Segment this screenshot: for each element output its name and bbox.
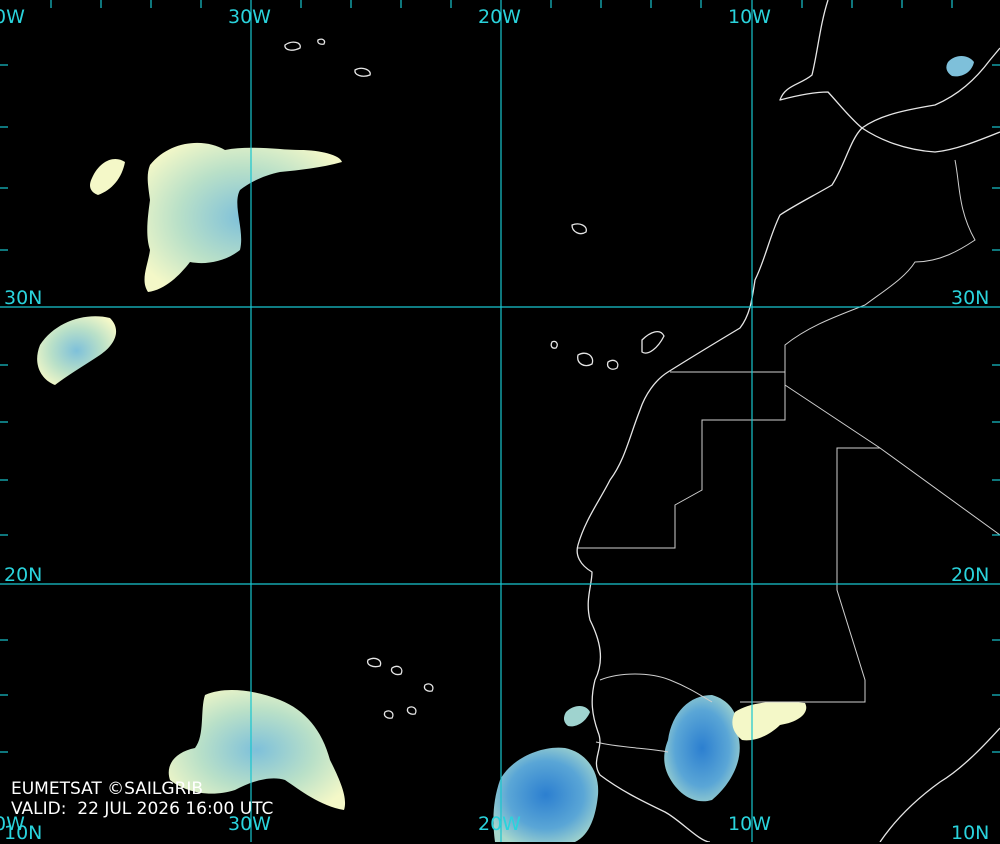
border-morocco-algeria	[784, 159, 976, 372]
border-western-sahara	[578, 371, 786, 549]
cloud-cover	[37, 56, 974, 842]
credit-line: EUMETSAT ©SAILGRIB	[11, 779, 204, 799]
lon-label-bottom-10w: 10W	[728, 813, 771, 835]
cloud-patch-northeast	[946, 56, 974, 77]
lat-label-bottom-10n-right: 10N	[951, 822, 990, 844]
islands-canary	[550, 330, 665, 370]
map-canvas	[0, 0, 1000, 842]
coastline-north-africa	[861, 127, 1000, 153]
tick-marks	[0, 0, 1000, 753]
lon-label-top-0: 0W	[0, 6, 25, 28]
lat-label-left-20n: 20N	[4, 564, 43, 586]
border-algeria-mali	[740, 384, 1000, 703]
cloud-patch-east	[732, 701, 807, 741]
islands-azores	[284, 38, 371, 77]
lon-label-top-30w: 30W	[228, 6, 271, 28]
cloud-patch-small-1	[90, 158, 125, 195]
lon-label-bottom-20w: 20W	[478, 813, 521, 835]
islands-cape-verde	[367, 657, 434, 719]
cloud-patch-coastal	[563, 706, 590, 727]
lat-label-right-20n: 20N	[951, 564, 990, 586]
island-madeira	[571, 223, 587, 235]
satellite-map[interactable]: 0W 30W 20W 10W 30N 20N 30N 20N 0W 10N 30…	[0, 0, 1000, 844]
cloud-mass-southeast	[664, 695, 740, 802]
lat-label-left-30n: 30N	[4, 287, 43, 309]
graticule	[0, 0, 1000, 842]
lon-label-top-20w: 20W	[478, 6, 521, 28]
cloud-mass-northwest	[144, 142, 342, 292]
valid-time-line: VALID: 22 JUL 2026 16:00 UTC	[11, 799, 274, 819]
cloud-patch-west	[37, 316, 117, 385]
coastlines	[284, 0, 1000, 842]
lat-label-bottom-10n-left: 10N	[4, 822, 43, 844]
lon-label-top-10w: 10W	[728, 6, 771, 28]
lat-label-right-30n: 30N	[951, 287, 990, 309]
